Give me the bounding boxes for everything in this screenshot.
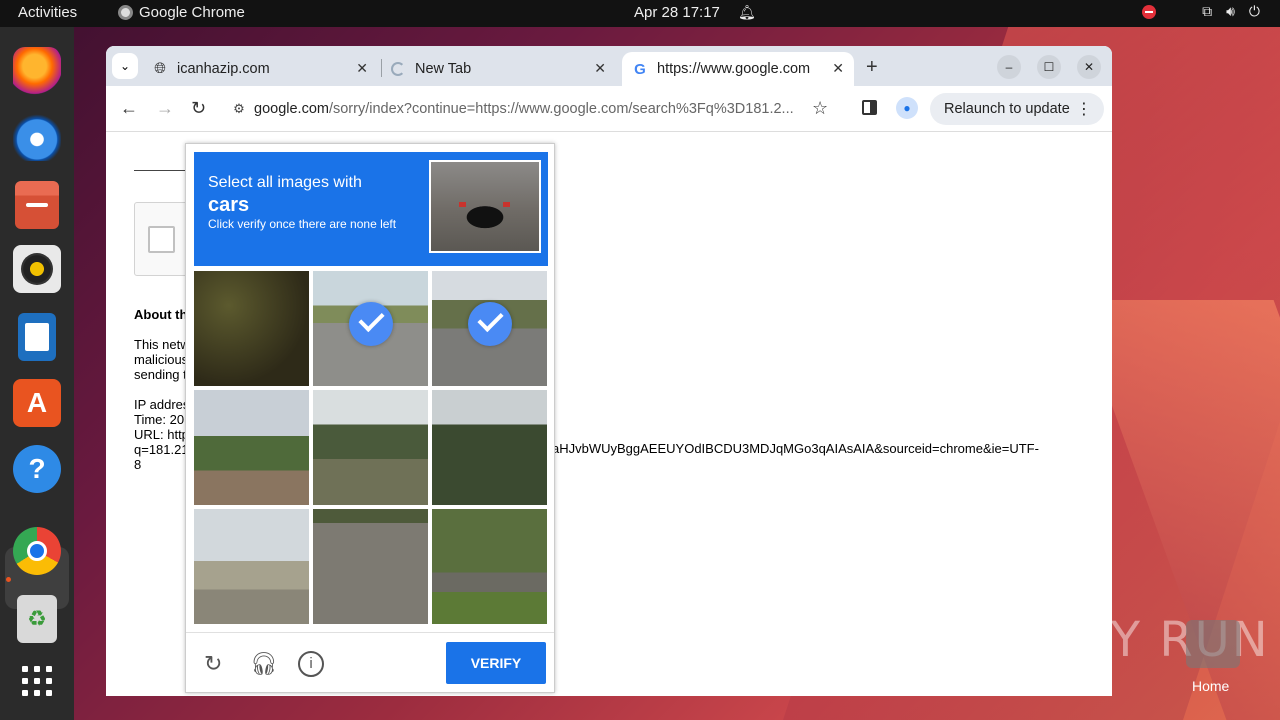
tab-search-button[interactable]: ⌄ xyxy=(112,53,138,79)
url-path: /sorry/index?continue=https://www.google… xyxy=(328,101,794,117)
time-label: Time: 20 xyxy=(134,412,185,427)
do-not-disturb-icon xyxy=(1142,4,1157,19)
app-name: Google Chrome xyxy=(139,4,245,21)
close-icon[interactable]: ✕ xyxy=(832,60,844,77)
checkmark-icon xyxy=(349,302,393,346)
back-button[interactable]: ← xyxy=(120,98,138,119)
clock[interactable]: Apr 28 17:17 xyxy=(634,4,720,21)
minimize-button[interactable]: – xyxy=(997,55,1021,79)
running-indicator xyxy=(6,577,11,582)
about-heading: About th xyxy=(134,307,188,322)
software-icon[interactable]: A xyxy=(13,379,61,427)
google-icon: G xyxy=(634,60,646,78)
verify-button[interactable]: VERIFY xyxy=(446,642,546,684)
system-tray[interactable]: ⧉ 🔊︎ ⏻ xyxy=(1142,3,1260,20)
chevron-down-icon: ⌄ xyxy=(119,59,131,73)
captcha-footer: ↻ 🎧︎ i VERIFY xyxy=(186,632,554,692)
captcha-challenge: Select all images with cars Click verify… xyxy=(185,143,555,693)
sample-image xyxy=(429,160,541,253)
recaptcha-checkbox[interactable] xyxy=(148,226,175,253)
query-tail: aHJvbWUyBggAEEUYOdIBCDU3MDJqMGo3qAIAsAIA… xyxy=(552,441,1039,456)
captcha-tile[interactable] xyxy=(432,271,547,386)
url-host: google.com xyxy=(254,101,329,117)
url-label: URL: http xyxy=(134,427,189,442)
home-folder-icon[interactable] xyxy=(1186,620,1240,668)
query-end: 8 xyxy=(134,457,142,472)
captcha-instruction: Select all images with xyxy=(208,174,362,191)
power-icon: ⏻ xyxy=(1248,3,1260,19)
trash-icon[interactable]: ♻ xyxy=(17,595,57,643)
captcha-tile[interactable] xyxy=(194,390,309,505)
captcha-tile[interactable] xyxy=(194,271,309,386)
headphones-icon[interactable]: 🎧︎ xyxy=(250,651,278,677)
query-label: q=181.21 xyxy=(134,442,189,457)
checkmark-icon xyxy=(468,302,512,346)
menu-dots-icon[interactable]: ⋮ xyxy=(1076,99,1092,119)
captcha-hint: Click verify once there are none left xyxy=(208,217,397,231)
para-line: malicious xyxy=(134,352,189,367)
chrome-icon[interactable] xyxy=(13,527,61,575)
activities-button[interactable]: Activities xyxy=(18,4,77,21)
close-window-button[interactable]: ✕ xyxy=(1077,55,1101,79)
captcha-tile[interactable] xyxy=(432,390,547,505)
tab-icanhazip[interactable]: 🌐︎ icanhazip.com ✕ xyxy=(152,52,378,86)
relaunch-label: Relaunch to update xyxy=(944,101,1070,117)
site-info-icon[interactable]: ⚙ xyxy=(224,101,254,117)
dock: A ? ♻ xyxy=(0,27,74,720)
app-menu[interactable]: Google Chrome xyxy=(118,4,245,21)
tab-title: https://www.google.com xyxy=(657,61,811,77)
firefox-icon[interactable] xyxy=(13,47,61,95)
captcha-tile[interactable] xyxy=(313,390,428,505)
profile-avatar[interactable]: ● xyxy=(896,97,918,119)
bookmark-star-icon[interactable]: ☆ xyxy=(812,98,828,119)
tab-new-tab[interactable]: New Tab ✕ xyxy=(390,52,616,86)
reload-icon[interactable]: ↻ xyxy=(204,651,222,677)
rhythmbox-icon[interactable] xyxy=(13,245,61,293)
side-panel-icon[interactable] xyxy=(862,100,877,115)
close-icon[interactable]: ✕ xyxy=(356,60,368,77)
volume-icon: 🔊︎ xyxy=(1226,3,1235,19)
tab-separator xyxy=(381,59,382,77)
chrome-icon xyxy=(118,5,133,20)
tab-strip: ⌄ 🌐︎ icanhazip.com ✕ New Tab ✕ G https:/… xyxy=(106,46,1112,86)
para-line: This netw xyxy=(134,337,190,352)
globe-icon: 🌐︎ xyxy=(154,61,166,77)
captcha-target: cars xyxy=(208,194,250,216)
top-bar: Activities Google Chrome Apr 28 17:17 🔔︎… xyxy=(0,0,1280,27)
para-line: sending t xyxy=(134,367,187,382)
new-tab-button[interactable]: + xyxy=(866,56,878,79)
captcha-header: Select all images with cars Click verify… xyxy=(194,152,548,266)
toolbar: ← → ↻ ⚙ google.com /sorry/index?continue… xyxy=(106,86,1112,132)
thunderbird-icon[interactable] xyxy=(13,113,61,161)
maximize-button[interactable]: ☐ xyxy=(1037,55,1061,79)
captcha-grid xyxy=(194,271,548,625)
captcha-tile[interactable] xyxy=(432,509,547,624)
tab-google[interactable]: G https://www.google.com ✕ xyxy=(622,52,854,86)
relaunch-button[interactable]: Relaunch to update ⋮ xyxy=(930,93,1104,125)
close-icon[interactable]: ✕ xyxy=(594,60,606,77)
ip-label: IP addres xyxy=(134,397,190,412)
home-label[interactable]: Home xyxy=(1192,678,1229,694)
network-icon: ⧉ xyxy=(1202,3,1213,19)
loading-icon xyxy=(390,61,406,77)
captcha-tile[interactable] xyxy=(194,509,309,624)
bell-icon: 🔔︎ xyxy=(738,4,756,20)
reload-button[interactable]: ↻ xyxy=(191,98,206,119)
help-icon[interactable]: ? xyxy=(13,445,61,493)
address-bar[interactable]: ⚙ google.com /sorry/index?continue=https… xyxy=(224,93,844,125)
writer-icon[interactable] xyxy=(18,313,56,361)
captcha-tile[interactable] xyxy=(313,271,428,386)
forward-button[interactable]: → xyxy=(156,98,174,119)
files-icon[interactable] xyxy=(15,181,59,229)
tab-title: New Tab xyxy=(415,61,472,77)
apps-grid-icon[interactable] xyxy=(13,657,61,705)
tab-title: icanhazip.com xyxy=(177,61,270,77)
info-icon[interactable]: i xyxy=(298,651,324,677)
captcha-tile[interactable] xyxy=(313,509,428,624)
